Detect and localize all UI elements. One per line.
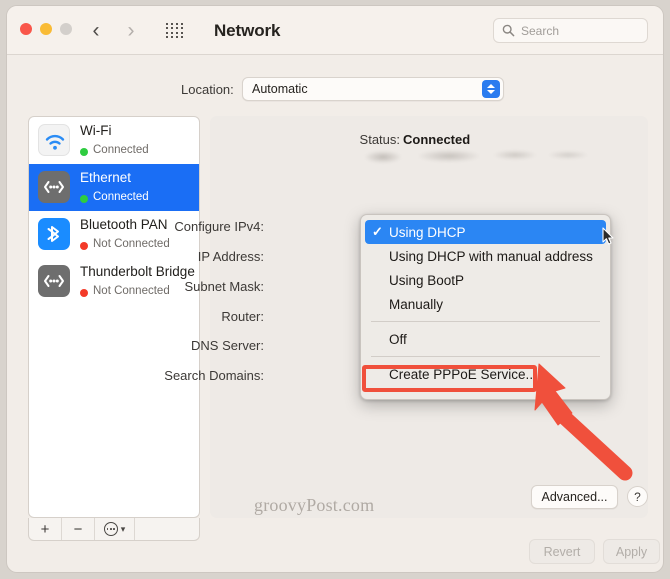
bluetooth-icon [38,218,70,250]
subnet-mask-label: Subnet Mask: [184,279,265,294]
configure-ipv4-label: Configure IPv4: [174,219,264,234]
menu-item-off[interactable]: Off [365,327,606,351]
search-domains-label: Search Domains: [164,368,264,383]
watermark: groovyPost.com [254,495,375,515]
menu-item-label: Using DHCP with manual address [389,248,593,264]
sidebar-item-text: Ethernet Connected [80,169,149,205]
search-input[interactable] [521,19,641,42]
service-actions-menu-button[interactable]: ▾ [95,518,135,540]
sidebar-footer-filler [135,518,199,540]
window-titlebar: ‹ › Network [7,6,663,55]
location-value: Automatic [252,82,308,96]
sidebar-item-ethernet[interactable]: Ethernet Connected [29,164,199,211]
ellipsis-circle-icon [103,522,118,536]
menu-item-manually[interactable]: Manually [365,292,606,316]
menu-item-label: Manually [389,296,444,312]
location-label: Location: [181,82,234,97]
remove-service-button[interactable]: − [62,518,95,540]
page-title: Network [214,21,281,40]
minimize-button[interactable] [40,23,52,35]
menu-separator [371,356,600,357]
checkmark-icon: ✓ [372,224,383,239]
apply-button[interactable]: Apply [603,539,660,564]
menu-item-using-dhcp-with-manual-address[interactable]: Using DHCP with manual address [365,244,606,268]
search-box[interactable] [493,18,648,43]
menu-item-create-pppoe-service[interactable]: Create PPPoE Service... [365,362,606,386]
chevron-down-icon: ▾ [120,523,126,534]
menu-item-label: Create PPPoE Service... [389,366,537,382]
wifi-icon [38,124,70,156]
search-icon [502,24,515,37]
sidebar-footer-toolbar: + − ▾ [28,518,200,541]
status-detail-redacted [363,144,613,172]
router-label: Router: [221,309,264,324]
up-down-chevrons-icon[interactable] [482,80,500,98]
forward-chevron-icon[interactable]: › [121,20,141,42]
network-preferences-window: ‹ › Network Location: Automatic [6,5,664,573]
menu-item-label: Using BootP [389,272,465,288]
add-service-button[interactable]: + [29,518,62,540]
ip-address-label: IP Address: [197,249,264,264]
sidebar-item-text: Wi-Fi Connected [80,122,149,158]
configure-ipv4-popup-menu[interactable]: ✓ Using DHCP Using DHCP with manual addr… [360,214,611,400]
service-name: Wi-Fi [80,123,112,138]
traffic-lights [20,23,72,35]
mouse-cursor-icon [602,227,614,245]
apps-grid-icon[interactable] [166,23,185,39]
menu-item-label: Off [389,331,407,347]
ethernet-icon [38,171,70,203]
close-button[interactable] [20,23,32,35]
dns-server-label: DNS Server: [191,338,264,353]
menu-separator [371,321,600,322]
service-name: Thunderbolt Bridge [80,264,195,279]
ethernet-icon [38,265,70,297]
help-button[interactable]: ? [627,486,648,507]
location-select[interactable]: Automatic [242,77,504,101]
menu-item-using-bootp[interactable]: Using BootP [365,268,606,292]
service-status: Connected [80,191,149,203]
revert-button[interactable]: Revert [529,539,595,564]
back-chevron-icon[interactable]: ‹ [86,20,106,42]
zoom-button[interactable] [60,23,72,35]
menu-item-using-dhcp[interactable]: ✓ Using DHCP [365,220,606,244]
service-name: Ethernet [80,170,132,185]
service-status: Connected [80,144,149,156]
sidebar-item-wi-fi[interactable]: Wi-Fi Connected [29,117,199,164]
menu-item-label: Using DHCP [389,224,466,240]
sidebar-list: Wi-Fi Connected Ethernet Connected Bluet… [29,117,199,305]
advanced-button[interactable]: Advanced... [531,485,618,509]
